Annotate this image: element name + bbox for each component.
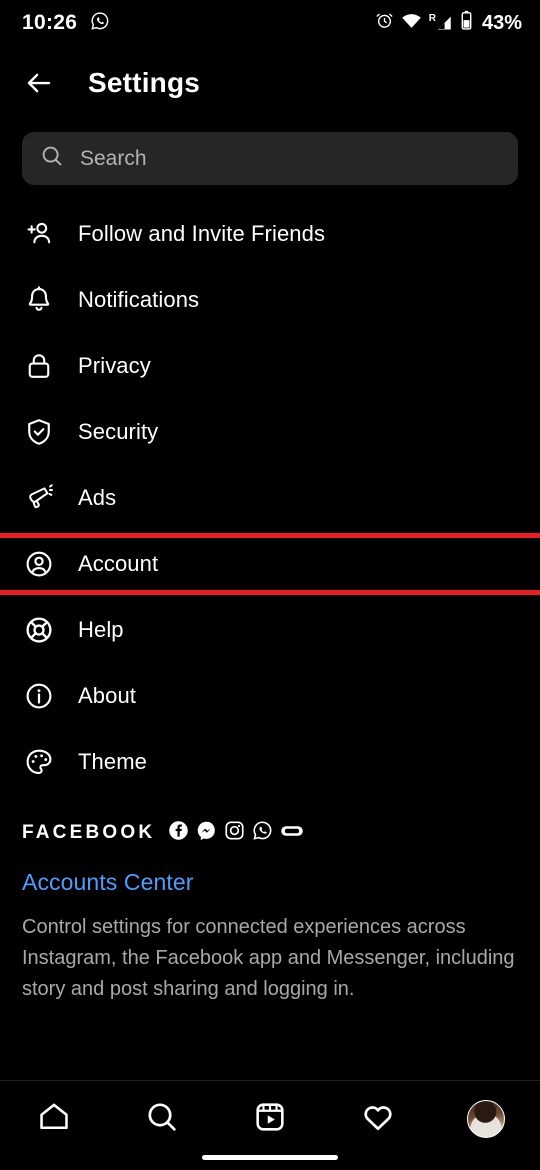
instagram-icon [224,820,245,846]
settings-row-about[interactable]: About [0,663,540,729]
lock-icon [22,349,56,383]
bell-icon [22,283,56,317]
search-section: Search [0,120,540,185]
settings-row-label: Privacy [78,353,151,378]
person-circle-icon [22,547,56,581]
settings-row-security[interactable]: Security [0,399,540,465]
nav-profile[interactable] [458,1095,514,1143]
messenger-icon [196,820,217,846]
search-icon [145,1100,179,1139]
facebook-brand-label: FACEBOOK [22,822,156,843]
settings-row-privacy[interactable]: Privacy [0,333,540,399]
settings-list: Follow and Invite Friends Notifications … [0,185,540,795]
facebook-icon [168,820,189,846]
wifi-icon [401,11,422,35]
nav-reels[interactable] [242,1095,298,1143]
status-bar: 10:26 R 43% [0,0,540,46]
facebook-brand-row: FACEBOOK [22,817,518,849]
shield-check-icon [22,415,56,449]
battery-percent: 43% [481,11,522,34]
palette-icon [22,745,56,779]
signal-roaming-icon: R [429,14,453,32]
info-circle-icon [22,679,56,713]
nav-search[interactable] [134,1095,190,1143]
accounts-center-link[interactable]: Accounts Center [22,869,194,896]
facebook-brand-icons [168,820,304,846]
settings-row-follow-and-invite-friends[interactable]: Follow and Invite Friends [0,201,540,267]
whatsapp-icon [90,11,110,36]
avatar [467,1100,505,1138]
status-bar-left: 10:26 [22,11,110,36]
facebook-section: FACEBOOK Accounts Center Control setting… [0,795,540,1006]
settings-row-ads[interactable]: Ads [0,465,540,531]
search-input[interactable]: Search [22,132,518,185]
home-icon [37,1100,71,1139]
back-arrow-icon[interactable] [22,66,56,100]
settings-row-label: Theme [78,749,147,774]
oculus-icon [280,822,304,845]
app-header: Settings [0,46,540,120]
settings-row-help[interactable]: Help [0,597,540,663]
status-bar-right: R 43% [375,10,522,36]
search-icon [40,144,64,173]
settings-row-label: About [78,683,136,708]
reels-icon [253,1100,287,1139]
settings-row-label: Security [78,419,159,444]
page-title: Settings [88,67,201,98]
life-ring-icon [22,613,56,647]
settings-row-label: Ads [78,485,117,510]
status-time: 10:26 [22,11,78,34]
alarm-icon [375,11,394,35]
bottom-nav [0,1081,540,1170]
nav-activity[interactable] [350,1095,406,1143]
whatsapp-icon [252,820,273,846]
person-add-icon [22,217,56,251]
nav-home[interactable] [26,1095,82,1143]
settings-row-theme[interactable]: Theme [0,729,540,795]
search-placeholder: Search [80,146,147,170]
gesture-bar [202,1155,338,1160]
battery-icon [460,10,473,36]
heart-icon [361,1100,395,1139]
facebook-description: Control settings for connected experienc… [22,916,515,1001]
megaphone-icon [22,481,56,515]
settings-row-notifications[interactable]: Notifications [0,267,540,333]
settings-row-label: Follow and Invite Friends [78,221,326,246]
settings-row-label: Account [78,551,159,576]
settings-row-label: Notifications [78,287,200,312]
settings-row-label: Help [78,617,124,642]
settings-row-account[interactable]: Account [0,531,540,597]
